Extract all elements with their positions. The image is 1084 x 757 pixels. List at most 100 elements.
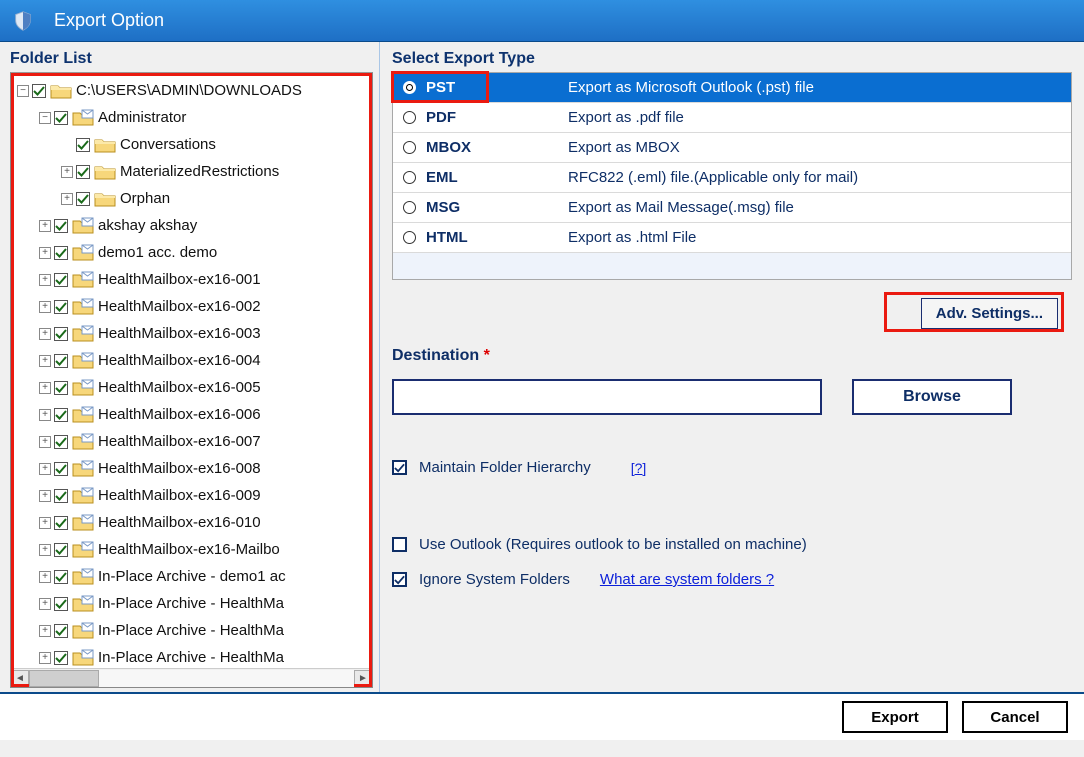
use-outlook-checkbox[interactable] (392, 537, 407, 552)
tree-node[interactable]: − C:\USERS\ADMIN\DOWNLOADS (11, 77, 372, 104)
tree-checkbox[interactable] (76, 192, 90, 206)
tree-checkbox[interactable] (54, 489, 68, 503)
tree-node[interactable]: + HealthMailbox-ex16-010 (11, 509, 372, 536)
adv-settings-button[interactable]: Adv. Settings... (921, 298, 1058, 329)
expand-icon[interactable]: + (39, 598, 51, 610)
tree-node[interactable]: + HealthMailbox-ex16-005 (11, 374, 372, 401)
tree-node-label: HealthMailbox-ex16-009 (98, 487, 261, 504)
tree-checkbox[interactable] (54, 435, 68, 449)
radio-icon[interactable] (403, 231, 416, 244)
browse-button[interactable]: Browse (852, 379, 1012, 415)
tree-node[interactable]: + Orphan (11, 185, 372, 212)
expand-icon[interactable]: + (39, 355, 51, 367)
maintain-hierarchy-checkbox[interactable] (392, 460, 407, 475)
tree-node[interactable]: + HealthMailbox-ex16-002 (11, 293, 372, 320)
tree-node[interactable]: + In-Place Archive - HealthMa (11, 644, 372, 668)
expand-icon[interactable]: + (61, 193, 73, 205)
tree-checkbox[interactable] (76, 165, 90, 179)
export-type-row-pst[interactable]: PSTExport as Microsoft Outlook (.pst) fi… (393, 73, 1071, 103)
collapse-icon[interactable]: − (17, 85, 29, 97)
expand-icon[interactable]: + (39, 220, 51, 232)
tree-checkbox[interactable] (54, 408, 68, 422)
tree-node-label: MaterializedRestrictions (120, 163, 279, 180)
tree-node-label: demo1 acc. demo (98, 244, 217, 261)
tree-node[interactable]: + In-Place Archive - HealthMa (11, 617, 372, 644)
export-type-row-html[interactable]: HTMLExport as .html File (393, 223, 1071, 253)
expand-icon[interactable]: + (39, 490, 51, 502)
expand-icon[interactable]: + (39, 436, 51, 448)
tree-checkbox[interactable] (54, 516, 68, 530)
tree-checkbox[interactable] (32, 84, 46, 98)
tree-checkbox[interactable] (54, 354, 68, 368)
tree-checkbox[interactable] (54, 624, 68, 638)
tree-checkbox[interactable] (54, 381, 68, 395)
tree-node[interactable]: + akshay akshay (11, 212, 372, 239)
expand-icon[interactable]: + (39, 328, 51, 340)
tree-checkbox[interactable] (54, 273, 68, 287)
tree-node[interactable]: Conversations (11, 131, 372, 158)
tree-checkbox[interactable] (76, 138, 90, 152)
tree-node[interactable]: − Administrator (11, 104, 372, 131)
tree-node[interactable]: + In-Place Archive - HealthMa (11, 590, 372, 617)
radio-icon[interactable] (403, 81, 416, 94)
expand-icon[interactable]: + (39, 463, 51, 475)
scroll-left-arrow[interactable]: ◄ (11, 670, 29, 687)
export-type-row-mbox[interactable]: MBOXExport as MBOX (393, 133, 1071, 163)
tree-node[interactable]: + demo1 acc. demo (11, 239, 372, 266)
export-type-row-pdf[interactable]: PDFExport as .pdf file (393, 103, 1071, 133)
radio-icon[interactable] (403, 171, 416, 184)
export-type-row-eml[interactable]: EMLRFC822 (.eml) file.(Applicable only f… (393, 163, 1071, 193)
expand-icon[interactable]: + (39, 382, 51, 394)
folder-tree[interactable]: − C:\USERS\ADMIN\DOWNLOADS− Administrato… (11, 73, 372, 668)
mailbox-folder-icon (72, 325, 94, 342)
radio-icon[interactable] (403, 111, 416, 124)
maintain-hierarchy-help[interactable]: [?] (631, 460, 647, 476)
destination-input[interactable] (392, 379, 822, 415)
expand-icon[interactable]: + (39, 517, 51, 529)
cancel-button[interactable]: Cancel (962, 701, 1068, 733)
export-button[interactable]: Export (842, 701, 948, 733)
tree-checkbox[interactable] (54, 111, 68, 125)
scroll-right-arrow[interactable]: ► (354, 670, 372, 687)
expand-icon[interactable]: + (39, 409, 51, 421)
tree-node[interactable]: + HealthMailbox-ex16-003 (11, 320, 372, 347)
tree-checkbox[interactable] (54, 651, 68, 665)
tree-checkbox[interactable] (54, 597, 68, 611)
expand-icon[interactable]: + (39, 652, 51, 664)
horizontal-scrollbar[interactable]: ◄ ► (11, 668, 372, 687)
tree-node-label: Orphan (120, 190, 170, 207)
tree-checkbox[interactable] (54, 543, 68, 557)
system-folders-link[interactable]: What are system folders ? (600, 571, 774, 588)
tree-checkbox[interactable] (54, 462, 68, 476)
tree-node[interactable]: + MaterializedRestrictions (11, 158, 372, 185)
tree-checkbox[interactable] (54, 219, 68, 233)
expand-icon[interactable]: + (39, 571, 51, 583)
radio-icon[interactable] (403, 141, 416, 154)
collapse-icon[interactable]: − (39, 112, 51, 124)
expand-icon[interactable]: + (61, 166, 73, 178)
export-type-desc: Export as Microsoft Outlook (.pst) file (568, 79, 814, 96)
tree-node[interactable]: + HealthMailbox-ex16-008 (11, 455, 372, 482)
expand-icon[interactable]: + (39, 544, 51, 556)
tree-checkbox[interactable] (54, 246, 68, 260)
tree-node[interactable]: + HealthMailbox-ex16-006 (11, 401, 372, 428)
tree-checkbox[interactable] (54, 327, 68, 341)
tree-node[interactable]: + HealthMailbox-ex16-Mailbo (11, 536, 372, 563)
tree-node[interactable]: + HealthMailbox-ex16-007 (11, 428, 372, 455)
scroll-thumb[interactable] (29, 670, 99, 687)
tree-checkbox[interactable] (54, 300, 68, 314)
tree-node[interactable]: + HealthMailbox-ex16-001 (11, 266, 372, 293)
tree-node-label: HealthMailbox-ex16-008 (98, 460, 261, 477)
tree-node[interactable]: + HealthMailbox-ex16-009 (11, 482, 372, 509)
expand-icon[interactable]: + (39, 247, 51, 259)
expand-icon[interactable]: + (39, 301, 51, 313)
ignore-system-checkbox[interactable] (392, 572, 407, 587)
tree-checkbox[interactable] (54, 570, 68, 584)
expand-icon[interactable]: + (39, 274, 51, 286)
expand-icon[interactable]: + (39, 625, 51, 637)
radio-icon[interactable] (403, 201, 416, 214)
export-type-row-msg[interactable]: MSGExport as Mail Message(.msg) file (393, 193, 1071, 223)
mailbox-folder-icon (72, 460, 94, 477)
tree-node[interactable]: + In-Place Archive - demo1 ac (11, 563, 372, 590)
tree-node[interactable]: + HealthMailbox-ex16-004 (11, 347, 372, 374)
